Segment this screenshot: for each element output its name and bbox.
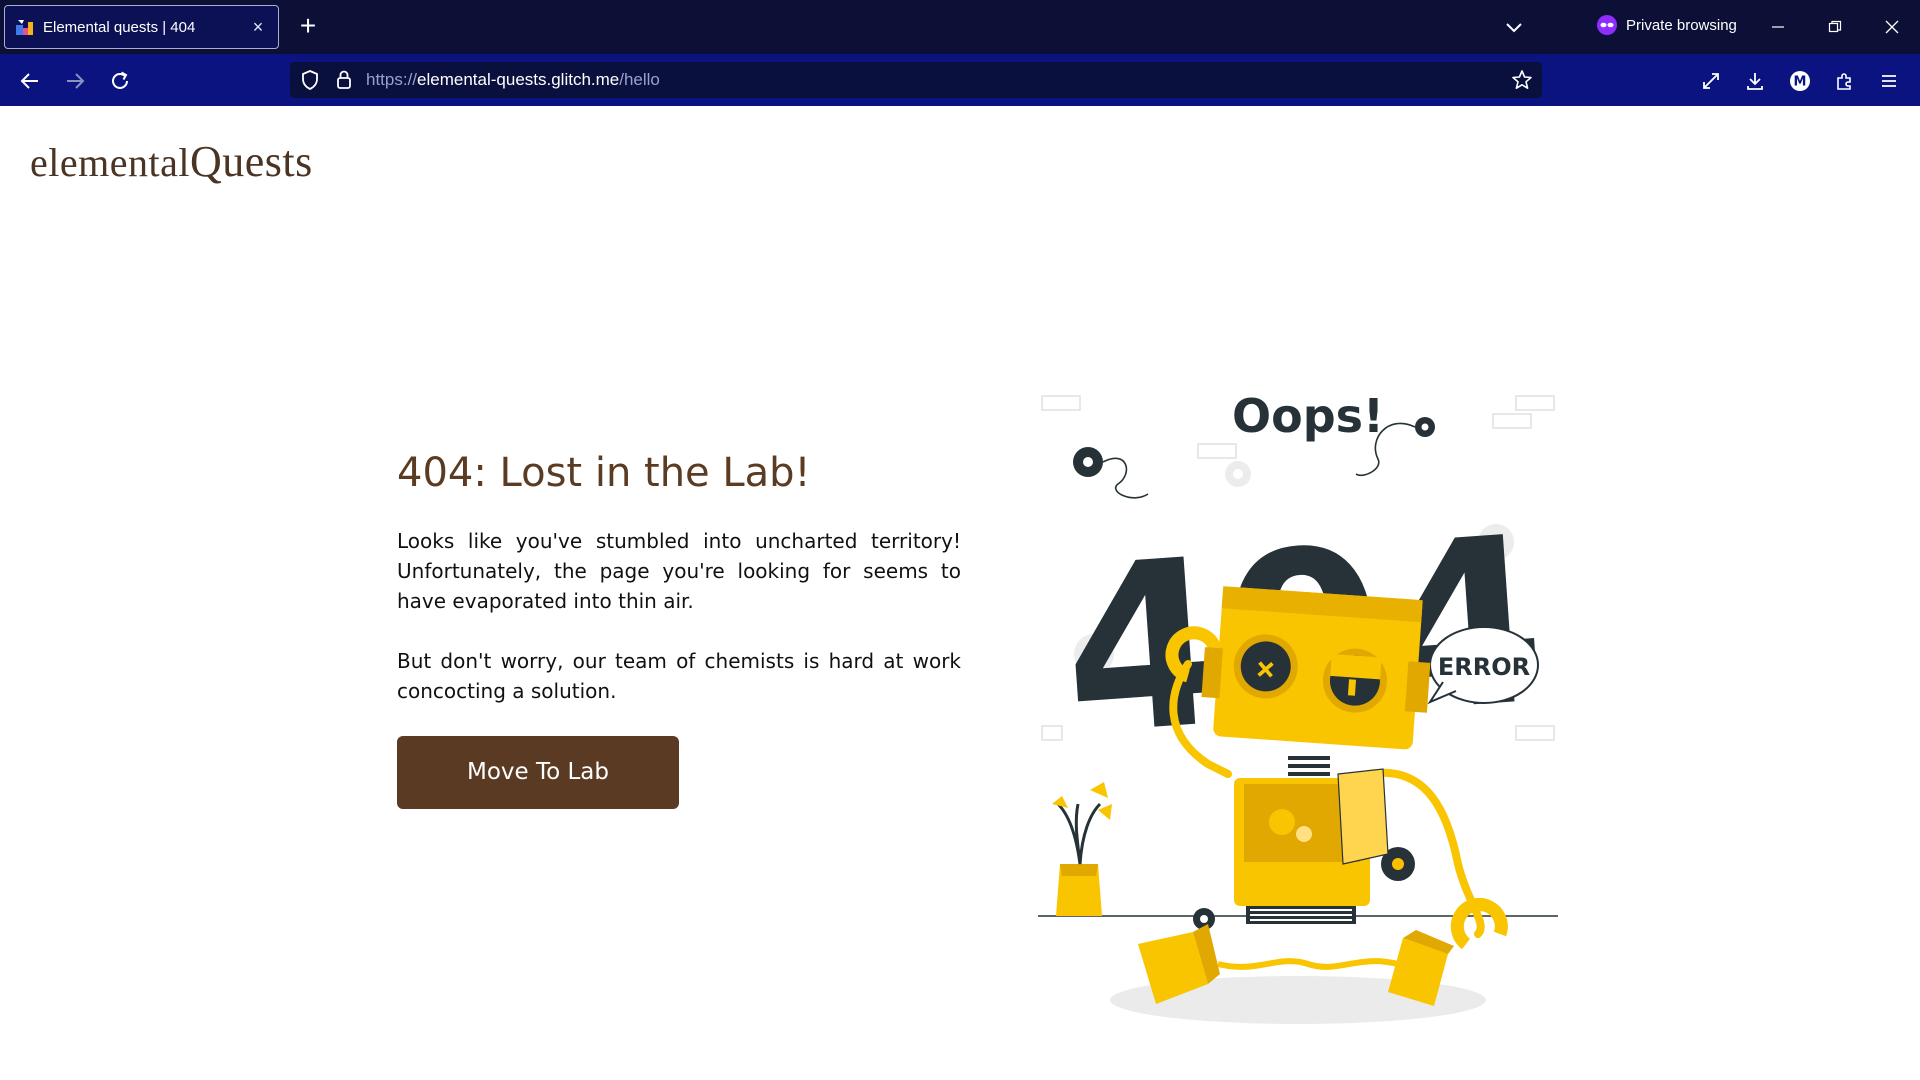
hamburger-menu-icon (1882, 75, 1896, 87)
restore-button[interactable] (1815, 12, 1855, 42)
logo-part-1: elemental (30, 140, 190, 185)
bookmark-star-icon[interactable] (1510, 68, 1534, 92)
deco-brick (1492, 413, 1532, 429)
chevron-down-icon[interactable] (1500, 14, 1528, 42)
forward-button[interactable] (59, 65, 91, 97)
site-favicon-icon (16, 20, 33, 35)
error-speech-bubble: ERROR (1427, 626, 1539, 705)
download-icon (1747, 73, 1763, 90)
private-browsing-indicator: Private browsing (1596, 14, 1737, 36)
url-text[interactable]: https://elemental-quests.glitch.me/hello (366, 62, 660, 98)
expand-icon (1703, 73, 1719, 89)
logo-part-2: Quests (189, 137, 313, 186)
browser-tab-bar: Elemental quests | 404 × + Private brows… (0, 0, 1920, 54)
browser-nav-bar: https://elemental-quests.glitch.me/hello… (0, 54, 1920, 106)
puzzle-icon (1837, 73, 1851, 90)
address-bar[interactable]: https://elemental-quests.glitch.me/hello (290, 62, 1542, 98)
error-message-block: 404: Lost in the Lab! Looks like you've … (397, 450, 961, 809)
tab-close-icon[interactable]: × (248, 17, 268, 38)
page-title: 404: Lost in the Lab! (397, 450, 811, 496)
shield-icon[interactable] (298, 68, 322, 92)
gear-cable (1102, 457, 1149, 499)
url-path: /hello (619, 70, 660, 89)
reassurance-text: But don't worry, our team of chemists is… (397, 649, 961, 703)
url-host: elemental-quests.glitch.me (417, 70, 620, 89)
robot-legs (1217, 958, 1399, 970)
deco-brick (1041, 395, 1081, 411)
oops-text: Oops! (1232, 389, 1384, 443)
reload-icon (112, 71, 128, 89)
close-icon (1885, 20, 1899, 34)
error-404-illustration: Oops! 404 ERROR (1038, 389, 1558, 1024)
restore-icon (1828, 20, 1842, 33)
deco-brick (1515, 395, 1555, 411)
close-window-button[interactable] (1872, 12, 1912, 42)
browser-tab[interactable]: Elemental quests | 404 × (4, 5, 279, 49)
account-avatar-icon: M (1790, 71, 1810, 91)
robot-body (1234, 768, 1389, 924)
fullscreen-button[interactable] (1695, 65, 1727, 97)
minimize-button[interactable] (1758, 12, 1798, 42)
page-content: elementalQuests 404: Lost in the Lab! Lo… (0, 106, 1920, 1080)
url-scheme: https:// (366, 70, 418, 89)
error-description: Looks like you've stumbled into uncharte… (397, 529, 961, 613)
reload-button[interactable] (104, 65, 136, 97)
move-to-lab-button[interactable]: Move To Lab (397, 736, 679, 809)
x-eye-icon: × (1255, 649, 1277, 688)
account-button[interactable]: M (1784, 65, 1816, 97)
arrow-left-icon (20, 73, 38, 89)
menu-button[interactable] (1873, 65, 1905, 97)
tab-title: Elemental quests | 404 (43, 18, 196, 36)
robot-neck (1288, 756, 1330, 776)
error-bubble-text: ERROR (1438, 653, 1530, 681)
site-logo[interactable]: elementalQuests (30, 136, 313, 187)
minimize-icon (1772, 26, 1784, 28)
deco-brick (1197, 443, 1237, 459)
lock-icon[interactable] (332, 68, 356, 92)
deco-brick (1041, 725, 1063, 741)
private-mask-icon (1597, 15, 1617, 35)
new-tab-button[interactable]: + (293, 12, 323, 42)
downloads-button[interactable] (1739, 65, 1771, 97)
back-button[interactable] (14, 65, 46, 97)
plant-pot (1052, 782, 1112, 916)
robot-head: × (1201, 586, 1431, 750)
arrow-right-icon (67, 73, 85, 89)
extensions-button[interactable] (1829, 65, 1861, 97)
account-initial: M (1794, 75, 1807, 90)
private-browsing-label: Private browsing (1626, 16, 1737, 34)
